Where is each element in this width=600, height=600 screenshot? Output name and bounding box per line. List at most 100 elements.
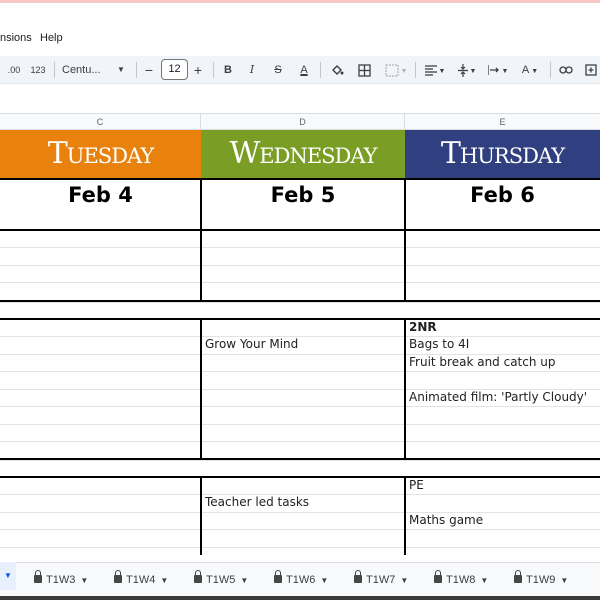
- column-header-e[interactable]: E: [405, 114, 600, 130]
- font-family-select[interactable]: Centu...: [62, 56, 118, 84]
- text-wrapping-icon[interactable]: ▼: [484, 56, 512, 84]
- vertical-align-icon[interactable]: ▼: [454, 56, 480, 84]
- row-line: [0, 371, 600, 372]
- sheet-tab[interactable]: T1W8 ▼: [434, 562, 488, 598]
- row-line: [0, 302, 600, 303]
- tuesday-header-cell[interactable]: Tuesday: [0, 130, 201, 178]
- cell-thu-animated-film[interactable]: Animated film: 'Partly Cloudy': [409, 390, 587, 404]
- cell-thu-bags[interactable]: Bags to 4I: [409, 337, 469, 351]
- toolbar-divider: [415, 62, 416, 78]
- toolbar-divider: [320, 62, 321, 78]
- toolbar-divider: [54, 62, 55, 78]
- fill-color-icon[interactable]: [328, 56, 346, 84]
- decrease-font-size-button[interactable]: −: [142, 56, 156, 84]
- chevron-down-icon[interactable]: ▼: [480, 563, 488, 599]
- chevron-down-icon[interactable]: ▼: [240, 563, 248, 599]
- decrease-decimal-button[interactable]: .00: [4, 56, 24, 84]
- italic-button[interactable]: I: [244, 56, 260, 84]
- lock-icon: [274, 570, 282, 583]
- sheet-tab-label: T1W3: [46, 574, 76, 586]
- row-line: [0, 282, 600, 283]
- lock-icon: [354, 570, 362, 583]
- chevron-down-icon[interactable]: ▼: [160, 563, 168, 599]
- sheet-tab-label: T1W6: [286, 574, 316, 586]
- lock-icon: [114, 570, 122, 583]
- bold-button[interactable]: B: [220, 56, 236, 84]
- thursday-date-cell[interactable]: Feb 6: [405, 180, 600, 210]
- borders-icon[interactable]: [355, 56, 373, 84]
- sheet-tab[interactable]: T1W3 ▼: [34, 562, 88, 598]
- cell-wed-teacher-led[interactable]: Teacher led tasks: [205, 495, 309, 509]
- cell-thu-fruit-break[interactable]: Fruit break and catch up: [409, 355, 556, 369]
- column-header-row: C D E: [0, 113, 600, 130]
- sheet-tab[interactable]: T1W6 ▼: [274, 562, 328, 598]
- menu-extensions[interactable]: nsions: [0, 32, 32, 44]
- active-sheet-tab[interactable]: ▼: [0, 562, 16, 590]
- menu-help[interactable]: Help: [40, 32, 63, 44]
- horizontal-align-icon[interactable]: ▼: [421, 56, 449, 84]
- column-header-d[interactable]: D: [201, 114, 405, 130]
- tuesday-date-cell[interactable]: Feb 4: [0, 180, 201, 210]
- sheet-tab[interactable]: T1W7 ▼: [354, 562, 408, 598]
- border-line: [404, 476, 406, 555]
- tuesday-label: Tuesday: [47, 136, 154, 171]
- cell-wed-grow-your-mind[interactable]: Grow Your Mind: [205, 337, 298, 351]
- sheet-tab-label: T1W9: [526, 574, 556, 586]
- border-line: [0, 476, 600, 478]
- merge-cells-icon[interactable]: ▼: [382, 56, 410, 84]
- lock-icon: [34, 570, 42, 583]
- border-line: [200, 178, 202, 302]
- row-line: [0, 265, 600, 266]
- toolbar: .00 123 Centu... ▼ − + B I S A ▼ ▼ ▼ ▼ A…: [0, 56, 600, 84]
- row-line: [0, 460, 600, 461]
- border-line: [0, 229, 600, 231]
- cell-thu-maths-game[interactable]: Maths game: [409, 513, 483, 527]
- more-formats-button[interactable]: 123: [28, 56, 48, 84]
- lock-icon: [514, 570, 522, 583]
- row-line: [0, 424, 600, 425]
- toolbar-divider: [213, 62, 214, 78]
- sheet-tab[interactable]: T1W9 ▼: [514, 562, 568, 598]
- chevron-down-icon: ▼: [4, 571, 12, 580]
- sheet-tab[interactable]: T1W5 ▼: [194, 562, 248, 598]
- text-color-button[interactable]: A: [296, 56, 312, 84]
- chevron-down-icon[interactable]: ▼: [80, 563, 88, 599]
- thursday-header-cell[interactable]: Thursday: [405, 130, 600, 178]
- wednesday-header-cell[interactable]: Wednesday: [201, 130, 405, 178]
- lock-icon: [194, 570, 202, 583]
- toolbar-divider: [550, 62, 551, 78]
- border-line: [200, 318, 202, 460]
- strikethrough-button[interactable]: S: [270, 56, 286, 84]
- border-line: [404, 318, 406, 460]
- row-line: [0, 512, 600, 513]
- row-line: [0, 441, 600, 442]
- font-size-input[interactable]: 12: [161, 59, 188, 80]
- chevron-down-icon[interactable]: ▼: [320, 563, 328, 599]
- wednesday-date-cell[interactable]: Feb 5: [201, 180, 405, 210]
- sheet-grid: Tuesday Wednesday Thursday Feb 4 Feb 5 F…: [0, 130, 600, 555]
- chevron-down-icon[interactable]: ▼: [560, 563, 568, 599]
- row-line: [0, 247, 600, 248]
- font-family-value: Centu...: [62, 64, 101, 76]
- row-line: [0, 336, 600, 337]
- menu-bar: nsions Help: [0, 28, 600, 50]
- border-line: [0, 318, 600, 320]
- window-top-strip: [0, 0, 600, 3]
- text-rotation-icon[interactable]: A ▼: [516, 56, 544, 84]
- chevron-down-icon[interactable]: ▼: [400, 563, 408, 599]
- insert-link-icon[interactable]: [557, 56, 575, 84]
- taskbar-strip: [0, 596, 600, 600]
- insert-comment-icon[interactable]: [582, 56, 600, 84]
- wednesday-label: Wednesday: [229, 136, 377, 171]
- cell-thu-pe[interactable]: PE: [409, 478, 424, 492]
- increase-font-size-button[interactable]: +: [191, 56, 205, 84]
- toolbar-divider: [136, 62, 137, 78]
- sheet-tab-label: T1W7: [366, 574, 396, 586]
- column-header-c[interactable]: C: [0, 114, 201, 130]
- border-line: [0, 458, 600, 460]
- thursday-label: Thursday: [440, 136, 565, 171]
- chevron-down-icon[interactable]: ▼: [116, 56, 126, 84]
- cell-thu-2nr[interactable]: 2NR: [409, 320, 437, 334]
- border-line: [0, 300, 600, 302]
- sheet-tab[interactable]: T1W4 ▼: [114, 562, 168, 598]
